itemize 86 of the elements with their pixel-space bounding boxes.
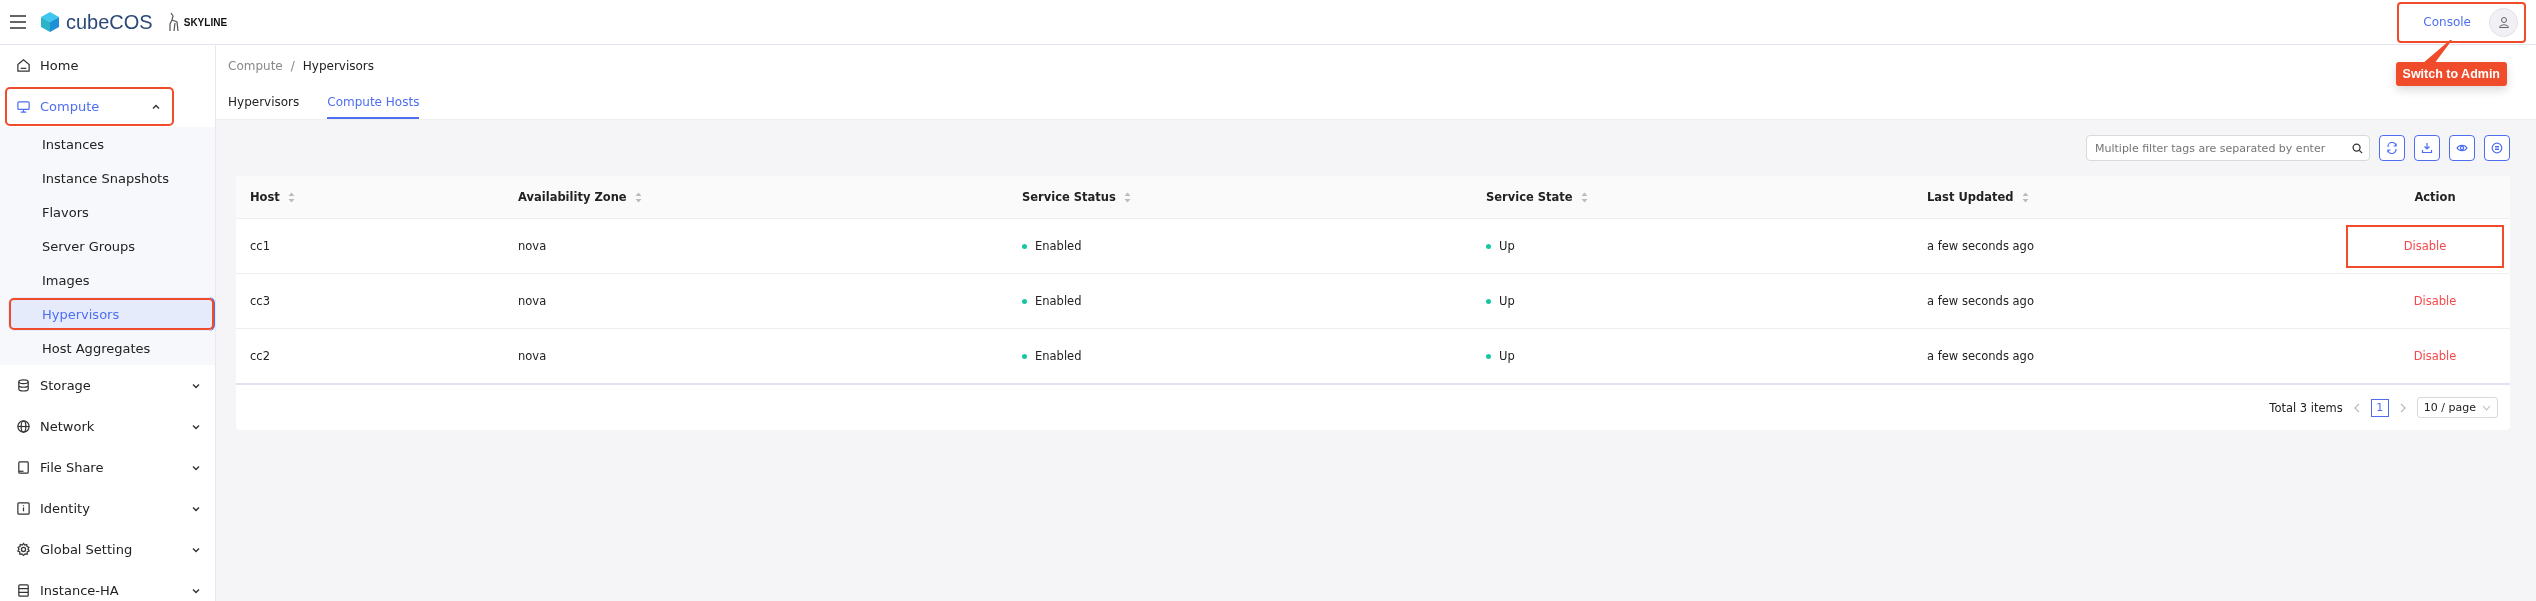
sort-icon[interactable]: [1580, 191, 1588, 203]
table-cell: a few seconds ago: [1913, 274, 2360, 329]
sort-icon[interactable]: [287, 191, 295, 203]
status-text: Enabled: [1035, 294, 1082, 308]
status-dot: [1022, 298, 1027, 304]
breadcrumb-item: Hypervisors: [302, 59, 375, 73]
sidebar-item[interactable]: Network: [0, 406, 215, 447]
column-header[interactable]: Host: [236, 176, 504, 219]
disable-link[interactable]: Disable: [2413, 294, 2457, 308]
refresh-button[interactable]: [2379, 135, 2405, 161]
tablet-icon: [16, 460, 31, 475]
status-dot: [1486, 298, 1491, 304]
page-button[interactable]: 1: [2370, 398, 2389, 417]
sidebar-subitem[interactable]: Server Groups: [0, 229, 215, 263]
logo-text: cubeCOS: [66, 10, 153, 34]
sort-icon[interactable]: [1123, 191, 1131, 203]
sidebar-item[interactable]: File Share: [0, 447, 215, 488]
gear-icon: [16, 542, 31, 557]
status-text: Up: [1499, 349, 1515, 363]
disable-link[interactable]: Disable: [2413, 349, 2457, 363]
sort-icon[interactable]: [634, 191, 642, 203]
status-text: Enabled: [1035, 349, 1082, 363]
status-text: Up: [1499, 294, 1515, 308]
column-header[interactable]: Service Status: [1008, 176, 1472, 219]
table-cell: cc3: [236, 274, 504, 329]
prev-page-icon[interactable]: [2352, 402, 2361, 413]
breadcrumb-item[interactable]: Compute: [228, 59, 283, 73]
avatar-icon[interactable]: [2489, 7, 2518, 37]
search-icon: [2352, 142, 2363, 154]
sidebar-item[interactable]: Global Setting: [0, 529, 215, 570]
status-dot: [1486, 243, 1491, 249]
sidebar-subitem[interactable]: Images: [0, 263, 215, 297]
status-text: Up: [1499, 239, 1515, 253]
table-cell: a few seconds ago: [1913, 219, 2360, 274]
database-icon: [16, 378, 31, 393]
column-header[interactable]: Service State: [1472, 176, 1913, 219]
cube-logo-icon: [40, 11, 60, 33]
monitor-icon: [16, 99, 31, 114]
sidebar-item[interactable]: Instance-HA: [0, 570, 215, 601]
table-cell: cc2: [236, 329, 504, 385]
breadcrumb-separator: /: [290, 59, 295, 73]
menu-icon[interactable]: [10, 15, 26, 29]
settings-button[interactable]: [2484, 135, 2510, 161]
console-link[interactable]: Console: [2423, 15, 2471, 29]
status-dot: [1022, 243, 1027, 249]
total-count: Total 3 items: [2269, 400, 2343, 415]
table-cell: nova: [504, 274, 1008, 329]
status-dot: [1022, 353, 1027, 359]
llama-logo-icon: [166, 12, 181, 32]
chevron-icon: [2482, 404, 2491, 411]
sidebar-item[interactable]: Storage: [0, 365, 215, 406]
list-icon: [2491, 142, 2503, 154]
sort-icon[interactable]: [2021, 191, 2029, 203]
search-field[interactable]: Multiple filter tags are separated by enter: [2086, 135, 2370, 161]
disable-link[interactable]: Disable: [2403, 239, 2447, 253]
partner-logo-text: SKYLINE: [183, 16, 228, 28]
sidebar-subitem[interactable]: Hypervisors: [8, 297, 215, 331]
sidebar-item[interactable]: Compute: [4, 86, 175, 127]
next-page-icon[interactable]: [2398, 402, 2407, 413]
table-cell: a few seconds ago: [1913, 329, 2360, 385]
eye-icon: [2456, 142, 2468, 154]
tab[interactable]: Hypervisors: [228, 95, 300, 119]
server-icon: [16, 583, 31, 598]
column-header[interactable]: Last Updated: [1913, 176, 2360, 219]
globe-icon: [16, 419, 31, 434]
download-icon: [2421, 142, 2433, 154]
status-text: Enabled: [1035, 239, 1082, 253]
status-dot: [1486, 353, 1491, 359]
refresh-icon: [2386, 142, 2398, 154]
sidebar-subitem[interactable]: Flavors: [0, 195, 215, 229]
sidebar-item[interactable]: Identity: [0, 488, 215, 529]
download-button[interactable]: [2414, 135, 2440, 161]
sidebar-subitem[interactable]: Instances: [0, 127, 215, 161]
info-icon: [16, 501, 31, 516]
table-cell: cc1: [236, 219, 504, 274]
table-cell: nova: [504, 219, 1008, 274]
tab[interactable]: Compute Hosts: [327, 95, 420, 119]
table-cell: nova: [504, 329, 1008, 385]
view-button[interactable]: [2449, 135, 2475, 161]
column-header: Action: [2360, 176, 2510, 219]
page-size-select[interactable]: 10 / page: [2416, 397, 2498, 418]
sidebar-subitem[interactable]: Instance Snapshots: [0, 161, 215, 195]
home-icon: [16, 58, 31, 73]
column-header[interactable]: Availability Zone: [504, 176, 1008, 219]
sidebar-item[interactable]: Home: [0, 45, 215, 86]
sidebar-subitem[interactable]: Host Aggregates: [0, 331, 215, 365]
